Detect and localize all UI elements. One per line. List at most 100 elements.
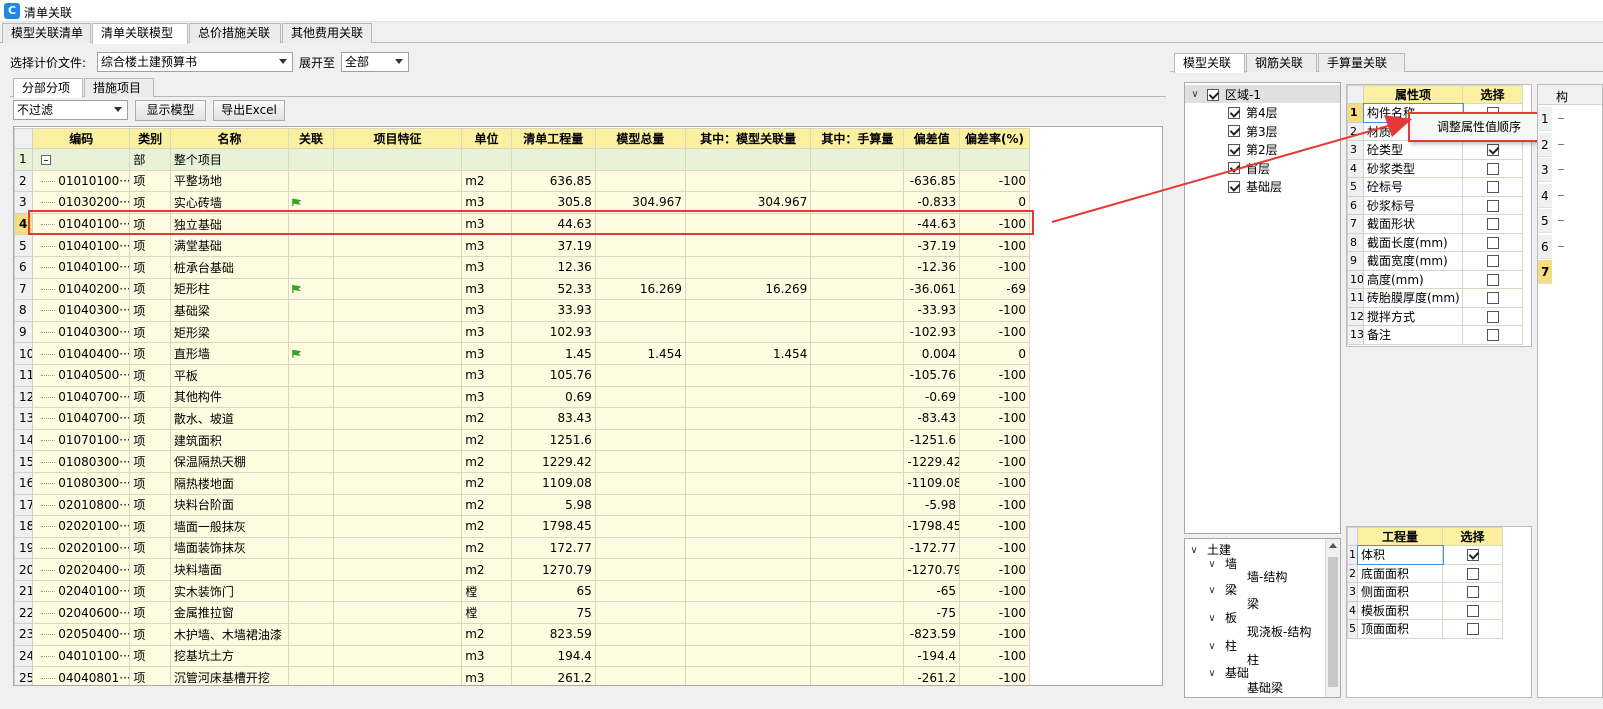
cell-unit[interactable]: m3 — [461, 342, 512, 365]
cell-quantity[interactable]: 83.43 — [510, 407, 596, 430]
table-row[interactable]: 9 01040300··· 项矩形梁 m3 102.93 -102.93 -100 — [14, 320, 1030, 344]
qty-name[interactable]: 顶面面积 — [1357, 619, 1443, 639]
chevron-down-icon[interactable]: ∨ — [1207, 638, 1217, 652]
cell-name[interactable]: 满堂基础 — [169, 234, 290, 257]
cell-name[interactable]: 整个项目 — [169, 148, 290, 171]
cell-name[interactable]: 平板 — [169, 363, 290, 387]
qty-row[interactable]: 3 侧面面积 — [1347, 582, 1503, 602]
row-number[interactable]: 5 — [14, 234, 34, 257]
cell-code[interactable]: 01040300··· — [32, 320, 131, 344]
cell-link[interactable] — [288, 515, 334, 538]
col-header-deviation[interactable]: 偏差值 — [903, 128, 961, 149]
cell-type[interactable]: 项 — [129, 320, 171, 344]
scrollbar-thumb[interactable] — [1328, 557, 1338, 687]
col-header-code[interactable]: 编码 — [32, 128, 131, 149]
cell-model-link[interactable] — [684, 601, 812, 625]
cell-quantity[interactable]: 172.77 — [510, 536, 596, 560]
row-number[interactable]: 23 — [14, 623, 34, 646]
attr-row[interactable]: 8 截面长度(mm) — [1347, 232, 1523, 252]
cell-code[interactable]: 02040600··· — [32, 601, 131, 625]
cell-unit[interactable]: m2 — [461, 623, 512, 646]
cell-model-total[interactable] — [594, 148, 686, 171]
cell-code[interactable]: 01080300··· — [32, 471, 131, 495]
col-header-deviation-rate[interactable]: 偏差率(%) — [959, 128, 1030, 149]
table-row[interactable]: 6 01040100··· 项桩承台基础 m3 12.36 -12.36 -100 — [14, 255, 1030, 279]
qty-name[interactable]: 体积 — [1356, 544, 1444, 565]
chevron-down-icon[interactable]: ∨ — [1190, 86, 1200, 100]
cell-link[interactable] — [288, 471, 334, 495]
table-row[interactable]: 21 02040100···项实木装饰门 樘65 -65-100 — [14, 579, 1030, 603]
cell-name[interactable]: 块料台阶面 — [169, 493, 290, 517]
chevron-down-icon[interactable]: ∨ — [1189, 542, 1199, 556]
cell-quantity[interactable]: 12.36 — [510, 255, 596, 279]
cell-type[interactable]: 项 — [129, 450, 171, 473]
cell-type[interactable]: 项 — [129, 471, 171, 495]
cell-deviation[interactable]: -636.85 — [903, 169, 961, 193]
cell-unit[interactable]: m2 — [461, 558, 512, 581]
cell-deviation[interactable]: 0.004 — [903, 342, 961, 365]
cell-type[interactable]: 项 — [129, 342, 171, 365]
cell-unit[interactable]: m3 — [461, 385, 512, 409]
cell-deviation[interactable]: -823.59 — [903, 623, 961, 646]
attr-select-cell[interactable] — [1462, 288, 1523, 308]
qty-select-cell[interactable] — [1442, 545, 1503, 565]
cell-model-link[interactable] — [684, 169, 812, 193]
tab-measure-items[interactable]: 措施项目 — [84, 78, 154, 97]
qty-name[interactable]: 模板面积 — [1357, 600, 1443, 620]
cell-deviation-rate[interactable]: -100 — [959, 579, 1030, 603]
cell-manual[interactable] — [810, 299, 905, 322]
cell-code[interactable]: 01040700··· — [32, 385, 131, 409]
cell-model-link[interactable] — [684, 428, 812, 452]
table-row[interactable]: 1001040400···项直形墙m31.451.4541.4540.0040 — [14, 342, 1030, 365]
cell-model-total[interactable] — [594, 644, 686, 668]
region-root-checkbox[interactable] — [1207, 87, 1219, 101]
cell-name[interactable]: 实木装饰门 — [169, 579, 290, 603]
row-number[interactable]: 18 — [14, 515, 34, 538]
cell-quantity[interactable]: 75 — [510, 601, 596, 625]
attr-checkbox[interactable] — [1486, 292, 1499, 305]
cell-quantity[interactable]: 1.45 — [510, 342, 596, 365]
cell-model-total[interactable]: 1.454 — [594, 342, 686, 365]
cell-model-total[interactable] — [594, 234, 686, 257]
cell-model-total[interactable] — [594, 579, 686, 603]
attr-name[interactable]: 搅拌方式 — [1363, 306, 1463, 326]
cell-unit[interactable]: m3 — [461, 666, 512, 685]
cell-name[interactable]: 散水、坡道 — [169, 407, 290, 430]
cell-unit[interactable]: m2 — [461, 169, 512, 193]
cell-model-link[interactable] — [684, 407, 812, 430]
cell-deviation[interactable]: -12.36 — [903, 255, 961, 279]
cell-name[interactable]: 块料墙面 — [169, 558, 290, 581]
cell-quantity[interactable]: 5.98 — [510, 493, 596, 517]
qty-select-cell[interactable] — [1442, 619, 1503, 639]
table-row[interactable]: 2 01010100··· 项平整场地 m2 636.85 -636.85 -100 — [14, 169, 1030, 193]
table-row[interactable]: 7 01040200··· 项矩形柱 m3 52.33 16.269 16.269 -36.0… — [14, 277, 1030, 301]
cell-code[interactable]: 01040100··· — [32, 255, 131, 279]
cell-feature[interactable] — [332, 471, 463, 495]
cell-deviation-rate[interactable]: -100 — [959, 363, 1030, 387]
cell-deviation-rate[interactable]: -100 — [959, 407, 1030, 430]
cell-quantity[interactable]: 102.93 — [510, 320, 596, 344]
cell-quantity[interactable]: 52.33 — [510, 277, 596, 301]
cell-type[interactable]: 项 — [129, 493, 171, 517]
table-row[interactable]: 16 01080300···项隔热楼地面 m21109.08 -1109.08-100 — [14, 471, 1030, 495]
cell-model-total[interactable] — [594, 666, 686, 685]
row-number[interactable]: 25 — [14, 666, 34, 685]
cell-name[interactable]: 金属推拉窗 — [169, 601, 290, 625]
cell-unit[interactable]: 樘 — [461, 601, 512, 625]
component-tree-item[interactable]: 墙 — [1225, 555, 1237, 572]
qty-name[interactable]: 底面面积 — [1357, 563, 1443, 583]
cell-quantity[interactable]: 823.59 — [510, 623, 596, 646]
attr-select-cell[interactable] — [1462, 140, 1523, 160]
cell-type[interactable]: 项 — [129, 277, 171, 301]
cell-deviation[interactable]: -36.061 — [903, 277, 961, 301]
cell-model-link[interactable] — [684, 666, 812, 685]
cell-code[interactable]: 01040500··· — [32, 363, 131, 387]
cell-model-link[interactable] — [684, 493, 812, 517]
cell-link[interactable] — [288, 385, 334, 409]
cell-deviation[interactable]: -83.43 — [903, 407, 961, 430]
cell-deviation[interactable] — [903, 148, 961, 171]
cell-quantity[interactable]: 65 — [510, 579, 596, 603]
col-header-feature[interactable]: 项目特征 — [332, 128, 463, 149]
row-number[interactable]: 22 — [14, 601, 34, 625]
col-header-unit[interactable]: 单位 — [461, 128, 512, 149]
